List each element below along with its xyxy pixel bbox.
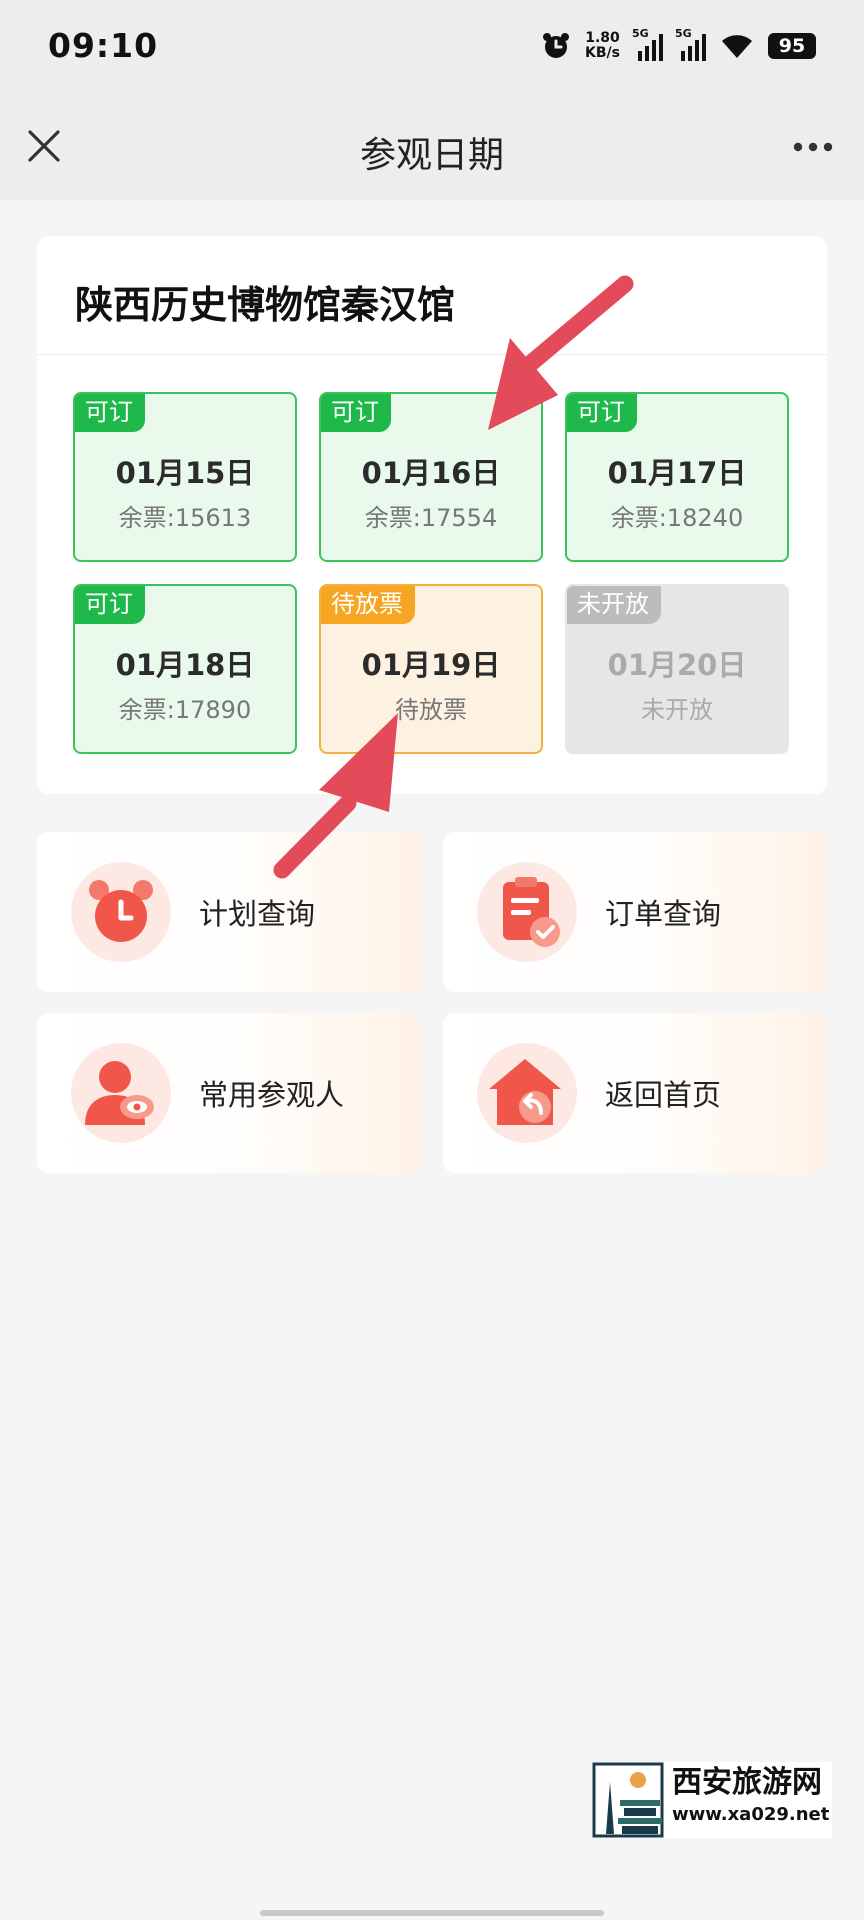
- remaining-tickets: 余票:18240: [610, 504, 744, 532]
- alarm-icon: [543, 33, 570, 58]
- frequent-visitors-button[interactable]: 常用参观人: [37, 1013, 421, 1173]
- venue-card: 陕西历史博物馆秦汉馆 可订 01月15日 余票:15613 可订 01月16日 …: [37, 236, 827, 794]
- status-time: 09:10: [48, 26, 159, 65]
- remaining-tickets: 待放票: [395, 696, 467, 724]
- date-status-tag: 未开放: [567, 586, 661, 624]
- pagoda-logo-icon: [592, 1762, 664, 1838]
- network-speed: 1.80 KB/s: [585, 31, 620, 61]
- signal-2-label: 5G: [675, 27, 692, 40]
- date-cell-0115[interactable]: 可订 01月15日 余票:15613: [73, 392, 297, 562]
- network-speed-value: 1.80: [585, 30, 620, 46]
- watermark: 西安旅游网 www.xa029.net: [592, 1762, 832, 1838]
- date-cell-0117[interactable]: 可订 01月17日 余票:18240: [565, 392, 789, 562]
- date-cell-0120: 未开放 01月20日 未开放: [565, 584, 789, 754]
- plan-query-label: 计划查询: [199, 897, 316, 931]
- date-status-tag: 可订: [75, 586, 145, 624]
- date-label: 01月19日: [361, 648, 501, 682]
- wifi-icon: [722, 35, 752, 58]
- remaining-tickets: 未开放: [641, 696, 713, 724]
- date-cell-0118[interactable]: 可订 01月18日 余票:17890: [73, 584, 297, 754]
- battery-level: 95: [778, 35, 806, 57]
- date-cell-0119[interactable]: 待放票 01月19日 待放票: [319, 584, 543, 754]
- plan-query-button[interactable]: 计划查询: [37, 832, 421, 992]
- status-icons: 1.80 KB/s 5G 5G 95: [541, 24, 816, 68]
- nav-bar: 参观日期: [0, 96, 864, 200]
- date-cell-0116[interactable]: 可订 01月16日 余票:17554: [319, 392, 543, 562]
- alarm-clock-icon: [71, 862, 171, 962]
- signal-icon: 5G: [632, 27, 663, 61]
- remaining-tickets: 余票:17890: [118, 696, 252, 724]
- date-label: 01月17日: [607, 456, 747, 490]
- status-bar: 09:10 1.80 KB/s 5G 5G 95: [0, 0, 864, 96]
- divider: [37, 354, 827, 355]
- date-label: 01月16日: [361, 456, 501, 490]
- signal-1-label: 5G: [632, 27, 649, 40]
- date-label: 01月15日: [115, 456, 255, 490]
- more-icon[interactable]: [788, 130, 838, 164]
- remaining-tickets: 余票:15613: [118, 504, 252, 532]
- return-home-button[interactable]: 返回首页: [443, 1013, 827, 1173]
- watermark-name: 西安旅游网: [672, 1765, 822, 1800]
- home-return-icon: [477, 1043, 577, 1143]
- return-home-label: 返回首页: [605, 1078, 722, 1112]
- order-query-button[interactable]: 订单查询: [443, 832, 827, 992]
- date-status-tag: 待放票: [321, 586, 415, 624]
- network-speed-unit: KB/s: [585, 45, 620, 61]
- order-query-label: 订单查询: [605, 897, 722, 931]
- frequent-visitors-label: 常用参观人: [199, 1078, 345, 1112]
- remaining-tickets: 余票:17554: [364, 504, 498, 532]
- person-eye-icon: [71, 1043, 171, 1143]
- date-status-tag: 可订: [321, 394, 391, 432]
- watermark-url: www.xa029.net: [672, 1804, 830, 1825]
- date-status-tag: 可订: [567, 394, 637, 432]
- battery-icon: 95: [768, 33, 816, 59]
- date-label: 01月18日: [115, 648, 255, 682]
- date-label: 01月20日: [607, 648, 747, 682]
- venue-name: 陕西历史博物馆秦汉馆: [75, 283, 456, 327]
- signal-icon: 5G: [675, 27, 706, 61]
- home-indicator[interactable]: [260, 1910, 604, 1916]
- page-title: 参观日期: [359, 135, 504, 176]
- date-status-tag: 可订: [75, 394, 145, 432]
- clipboard-check-icon: [477, 862, 577, 962]
